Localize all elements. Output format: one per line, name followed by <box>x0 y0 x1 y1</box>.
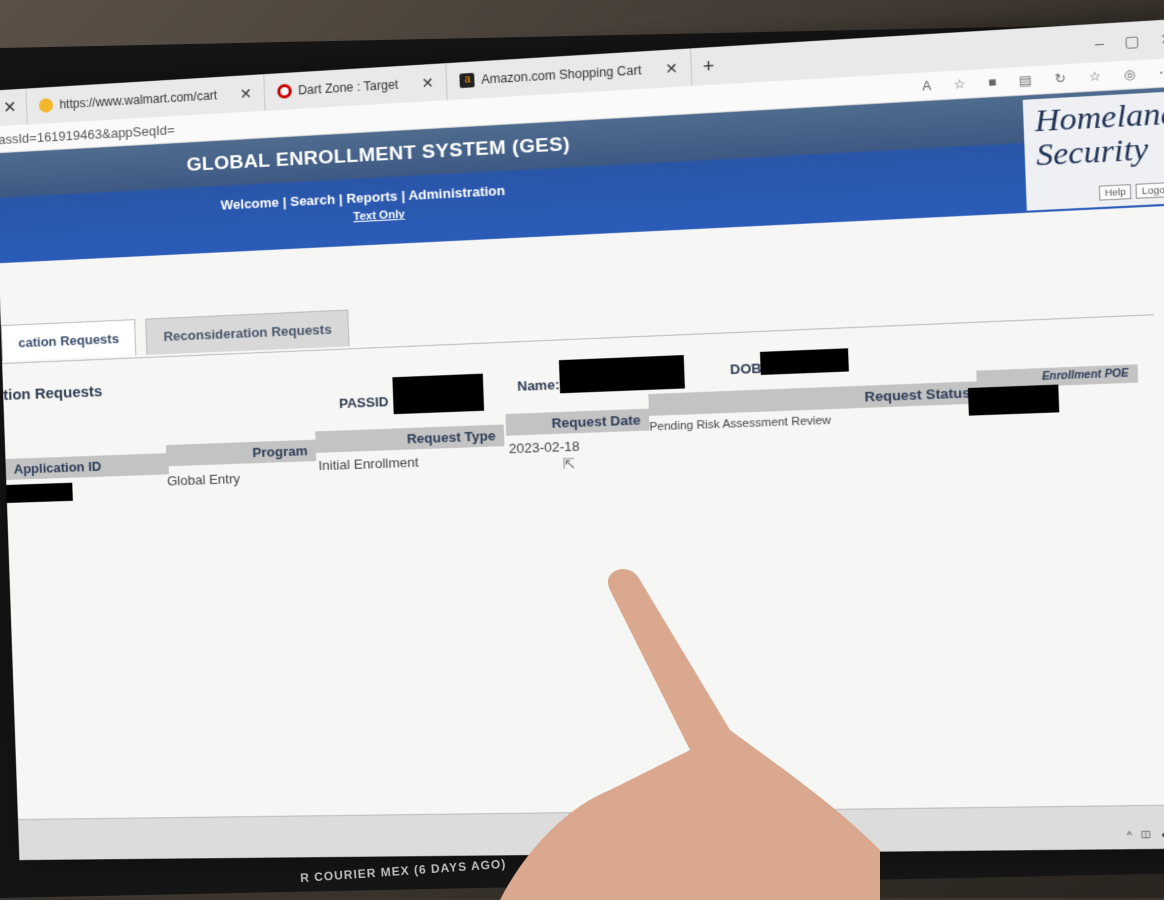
main-nav: Welcome | Search | Reports | Administrat… <box>220 182 506 213</box>
nav-welcome[interactable]: Welcome <box>220 194 279 212</box>
redaction-application-id <box>6 482 73 503</box>
cell-request-type: Initial Enrollment <box>318 454 419 474</box>
walmart-icon <box>39 97 54 113</box>
column-header-program: Program <box>165 439 317 467</box>
close-icon[interactable]: ✕ <box>665 59 678 77</box>
favorites-bar-icon[interactable]: ☆ <box>1088 69 1101 85</box>
amazon-icon: a <box>459 72 476 89</box>
column-header-application-id: Application ID <box>5 453 169 480</box>
column-header-request-type: Request Type <box>315 424 505 453</box>
column-header-request-status: Request Status <box>648 381 980 416</box>
redaction-name <box>558 355 685 394</box>
column-header-request-date: Request Date <box>505 408 650 436</box>
text-only-link[interactable]: Text Only <box>353 208 405 223</box>
new-tab-button[interactable]: + <box>692 54 726 78</box>
tab-reconsideration-requests[interactable]: Reconsideration Requests <box>145 309 350 355</box>
page-title: GLOBAL ENROLLMENT SYSTEM (GES) <box>186 133 571 177</box>
favorites-icon[interactable]: ☆ <box>953 76 966 92</box>
network-icon[interactable]: ◫ <box>1141 829 1151 841</box>
refresh-icon[interactable]: ↻ <box>1054 71 1066 87</box>
nav-reports[interactable]: Reports <box>346 188 398 206</box>
nav-search[interactable]: Search <box>290 192 335 210</box>
minimize-icon[interactable]: – <box>1095 34 1105 53</box>
logout-button[interactable]: Logout <box>1135 181 1164 199</box>
more-icon[interactable]: ⋯ <box>1159 65 1164 81</box>
redaction-enrollment-poe <box>967 384 1060 416</box>
main-content: cation Requests Reconsideration Requests… <box>0 204 1164 823</box>
name-label: Name: <box>516 376 560 394</box>
nav-administration[interactable]: Administration <box>408 183 505 203</box>
dhs-logo: Homeland Security Help Logout <box>1022 90 1164 211</box>
close-icon[interactable]: ✕ <box>239 85 252 103</box>
redaction-passid <box>392 373 485 415</box>
help-button[interactable]: Help <box>1098 184 1132 201</box>
close-icon[interactable]: ✕ <box>3 97 17 118</box>
system-tray: ^ ◫ ◖ ◷ ▢ <box>1127 828 1164 841</box>
logo-line-2: Security <box>1035 131 1149 173</box>
volume-icon[interactable]: ◖ <box>1160 829 1164 840</box>
request-tabs: cation Requests Reconsideration Requests <box>0 309 350 362</box>
browser-tab-label: Dart Zone : Target <box>297 77 399 98</box>
cell-request-status: Pending Risk Assessment Review <box>649 414 832 434</box>
collections-icon[interactable]: ▤ <box>1019 73 1032 89</box>
mouse-cursor-icon: ⇱ <box>562 455 576 473</box>
browser-tab-label: https://www.walmart.com/cart <box>59 88 218 112</box>
browser-tab-close[interactable]: ✕ <box>0 88 29 127</box>
tab-application-requests[interactable]: cation Requests <box>0 319 137 362</box>
close-window-icon[interactable]: ✕ <box>1160 29 1164 48</box>
read-aloud-icon[interactable]: A <box>922 78 932 93</box>
address-text[interactable]: assId=161919463&appSeqId= <box>0 122 175 147</box>
close-icon[interactable]: ✕ <box>421 74 434 92</box>
profile-icon[interactable]: ◎ <box>1124 67 1137 83</box>
target-icon <box>277 83 293 99</box>
cell-request-date: 2023-02-18 <box>508 438 580 457</box>
restore-icon[interactable]: ▢ <box>1124 32 1140 51</box>
browser-tab-label: Amazon.com Shopping Cart <box>480 62 642 87</box>
redaction-dob <box>759 348 849 375</box>
section-title: tion Requests <box>2 383 103 405</box>
tray-chevron-icon[interactable]: ^ <box>1127 829 1132 840</box>
extension-icon[interactable]: ■ <box>988 75 997 90</box>
monitor-screen: ✕ https://www.walmart.com/cart ✕ Dart Zo… <box>0 18 1164 861</box>
passid-label: PASSID <box>338 393 389 412</box>
cell-program: Global Entry <box>166 470 241 489</box>
window-controls: – ▢ ✕ <box>1095 29 1164 53</box>
